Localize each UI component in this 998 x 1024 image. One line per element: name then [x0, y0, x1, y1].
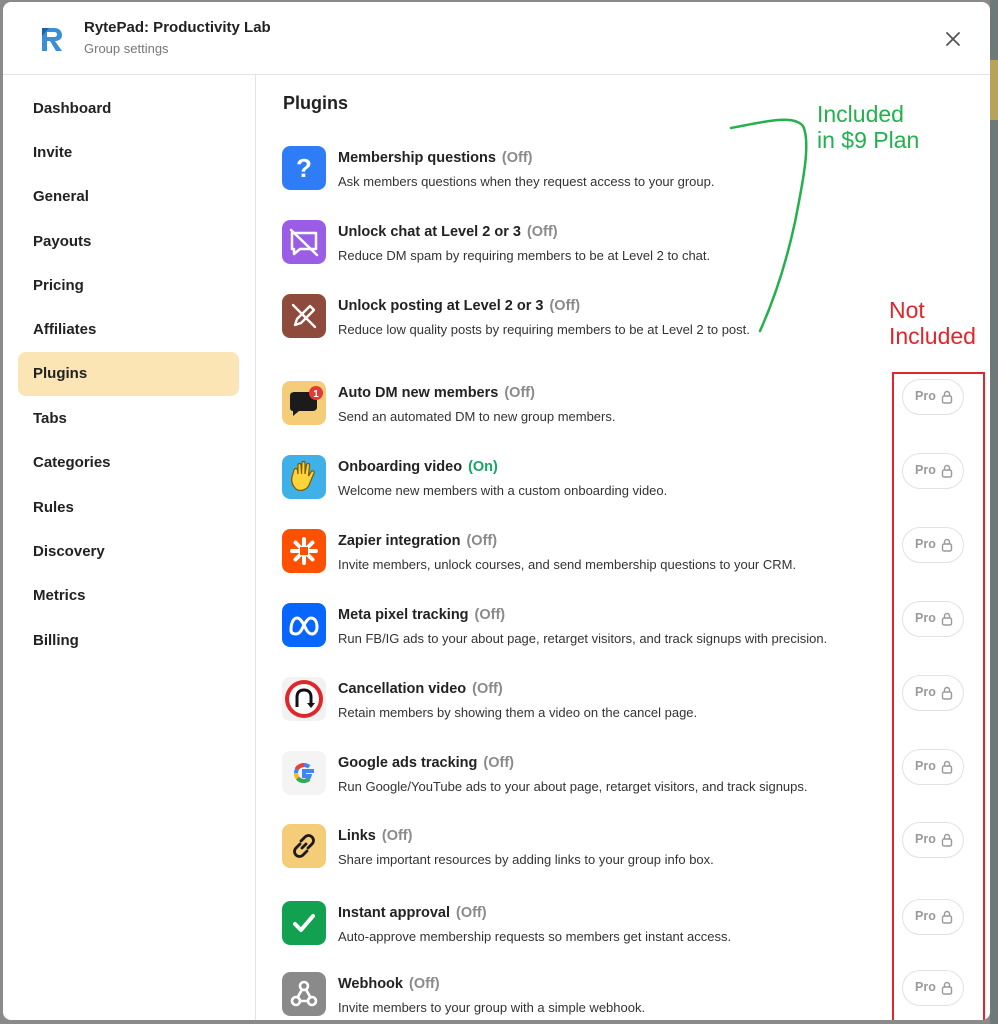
- annotation-red-box: [892, 372, 985, 1020]
- annotation-included: Included in $9 Plan: [817, 101, 919, 153]
- background-app: [990, 0, 998, 1024]
- annotation-not-included: Not Included: [889, 297, 976, 349]
- annotation-not-included-line2: Included: [889, 323, 976, 349]
- annotation-bracket-curve: [729, 118, 808, 333]
- annotation-included-line1: Included: [817, 101, 904, 127]
- annotation-included-line2: in $9 Plan: [817, 127, 920, 153]
- settings-modal: RytePad: Productivity Lab Group settings…: [3, 2, 990, 1020]
- annotation-not-included-line1: Not: [889, 297, 925, 323]
- background-accent: [990, 60, 998, 120]
